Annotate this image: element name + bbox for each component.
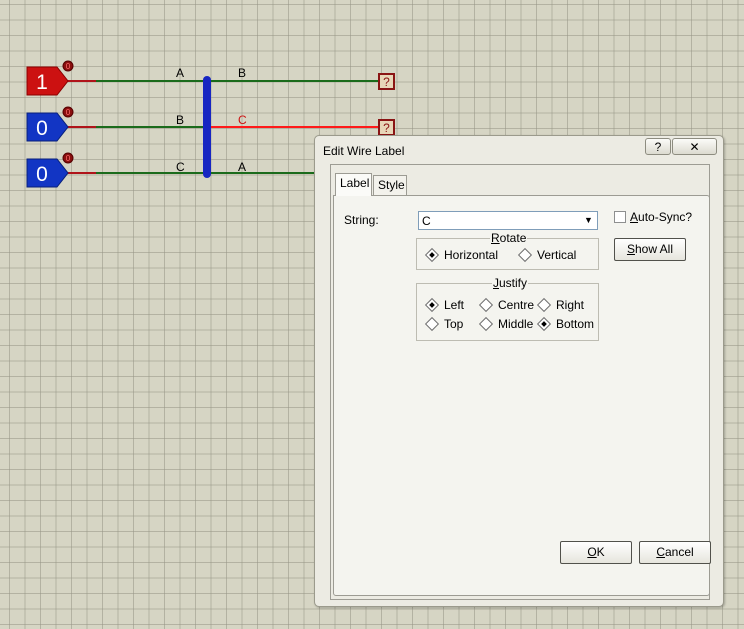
close-button[interactable]: ✕ bbox=[672, 138, 717, 155]
dialog-titlebar[interactable]: Edit Wire Label ? ✕ bbox=[315, 136, 723, 164]
terminal-value: 1 bbox=[36, 71, 48, 94]
auto-sync-label[interactable]: Auto-Sync? bbox=[630, 210, 692, 224]
dialog-client-area: Label Style String: C ▼ Auto-Sync? Show … bbox=[330, 164, 710, 600]
radio-diamond-icon bbox=[424, 316, 440, 332]
tab-label[interactable]: Label bbox=[335, 173, 372, 196]
help-button[interactable]: ? bbox=[645, 138, 671, 155]
rotate-group-title: Rotate bbox=[490, 231, 528, 245]
string-value: C bbox=[422, 214, 431, 228]
logic-probe-2[interactable]: ? bbox=[378, 119, 395, 136]
wire-label-left-1[interactable]: A bbox=[176, 66, 184, 80]
radio-centre-label: Centre bbox=[498, 298, 535, 312]
show-all-label-rest: how All bbox=[634, 242, 674, 256]
radio-horizontal[interactable]: Horizontal bbox=[423, 247, 498, 263]
wire-label-right-1[interactable]: B bbox=[238, 66, 246, 80]
probe-symbol: ? bbox=[383, 75, 390, 89]
radio-vertical-label: Vertical bbox=[537, 248, 577, 262]
help-icon: ? bbox=[654, 140, 662, 154]
radio-vertical[interactable]: Vertical bbox=[516, 247, 576, 263]
bus[interactable] bbox=[203, 76, 211, 178]
radio-top[interactable]: Top bbox=[423, 316, 463, 332]
radio-left[interactable]: Left bbox=[423, 297, 464, 313]
cancel-label-rest: ancel bbox=[664, 545, 694, 559]
dialog-title: Edit Wire Label bbox=[323, 144, 405, 158]
logic-state-terminal-3[interactable]: 0 0 bbox=[26, 152, 74, 188]
close-icon: ✕ bbox=[689, 140, 700, 154]
radio-diamond-icon bbox=[478, 297, 494, 313]
wire-label-left-2[interactable]: B bbox=[176, 113, 184, 127]
radio-diamond-icon bbox=[424, 297, 440, 313]
radio-middle[interactable]: Middle bbox=[477, 316, 533, 332]
ok-button[interactable]: OK bbox=[560, 541, 632, 564]
pin-indicator-value: 0 bbox=[66, 62, 71, 71]
string-label: String: bbox=[344, 213, 379, 227]
pin-indicator-value: 0 bbox=[66, 154, 71, 163]
radio-right[interactable]: Right bbox=[535, 297, 584, 313]
wire-label-right-3[interactable]: A bbox=[238, 160, 246, 174]
logic-probe-1[interactable]: ? bbox=[378, 73, 395, 90]
radio-right-label: Right bbox=[556, 298, 585, 312]
radio-diamond-icon bbox=[536, 297, 552, 313]
radio-left-label: Left bbox=[444, 298, 465, 312]
radio-bottom-label: Bottom bbox=[556, 317, 595, 331]
cancel-button[interactable]: Cancel bbox=[639, 541, 711, 564]
radio-diamond-icon bbox=[424, 247, 440, 263]
radio-diamond-icon bbox=[478, 316, 494, 332]
justify-group-title: Justify bbox=[492, 276, 529, 290]
label-tab-panel: String: C ▼ Auto-Sync? Show All Rotate H… bbox=[333, 195, 710, 596]
terminal-value: 0 bbox=[36, 117, 48, 140]
logic-state-terminal-2[interactable]: 0 0 bbox=[26, 106, 74, 142]
terminal-value: 0 bbox=[36, 163, 48, 186]
wire-label-right-2[interactable]: C bbox=[238, 113, 247, 127]
edit-wire-label-dialog: Edit Wire Label ? ✕ Label Style String: … bbox=[314, 135, 724, 607]
probe-symbol: ? bbox=[383, 121, 390, 135]
rotate-group: Rotate Horizontal Vertical bbox=[416, 232, 599, 270]
show-all-button[interactable]: Show All bbox=[614, 238, 686, 261]
pin-indicator-value: 0 bbox=[66, 108, 71, 117]
radio-bottom[interactable]: Bottom bbox=[535, 316, 594, 332]
radio-diamond-icon bbox=[517, 247, 533, 263]
radio-centre[interactable]: Centre bbox=[477, 297, 534, 313]
auto-sync-label-rest: uto-Sync? bbox=[638, 210, 693, 224]
ok-label-rest: K bbox=[596, 545, 605, 559]
chevron-down-icon[interactable]: ▼ bbox=[581, 213, 596, 228]
string-combobox[interactable]: C ▼ bbox=[418, 211, 598, 230]
justify-group: Justify Left Centre Right Top Middle Bot… bbox=[416, 277, 599, 341]
radio-horizontal-label: Horizontal bbox=[444, 248, 499, 262]
auto-sync-checkbox[interactable] bbox=[614, 211, 626, 223]
radio-diamond-icon bbox=[536, 316, 552, 332]
wire-label-left-3[interactable]: C bbox=[176, 160, 185, 174]
logic-state-terminal-1[interactable]: 1 0 bbox=[26, 60, 74, 96]
radio-top-label: Top bbox=[444, 317, 464, 331]
radio-middle-label: Middle bbox=[498, 317, 534, 331]
tab-style[interactable]: Style bbox=[373, 175, 407, 195]
